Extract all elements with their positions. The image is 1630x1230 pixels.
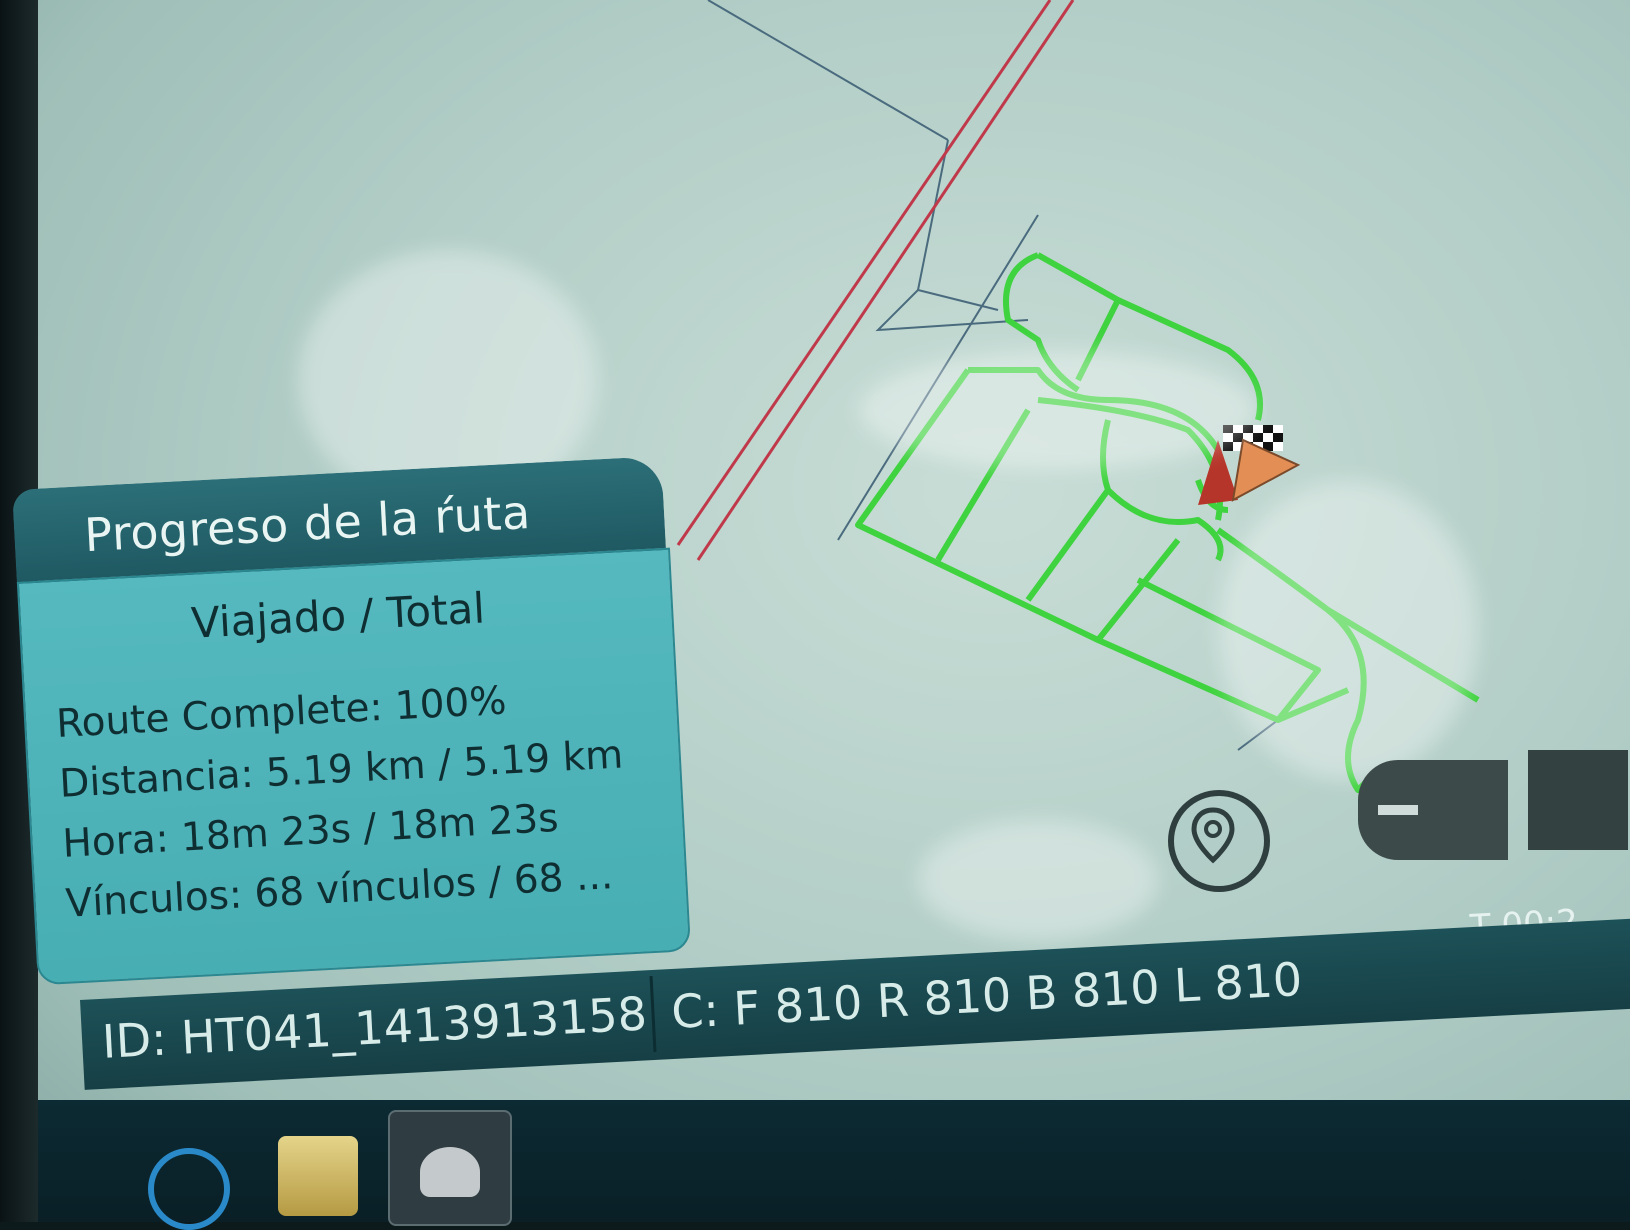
highway [676,0,1075,561]
minus-icon[interactable] [1358,760,1508,860]
route-complete: Route Complete: 100% [55,678,508,747]
counters-text: C: F 810 R 810 B 810 L 810 [670,952,1304,1040]
reflection [918,820,1158,940]
route-progress-panel: Progreso de la ŕuta Viajado / Total Rout… [12,455,697,986]
panel-body: Viajado / Total Route Complete: 100% Dis… [16,547,692,986]
session-id-text: ID: HT041_1413913158 [100,986,649,1069]
time: Hora: 18m 23s / 18m 23s [61,795,560,867]
app-icon[interactable] [388,1110,512,1226]
zoom-control[interactable] [1528,750,1628,850]
panel-subtitle: Viajado / Total [189,583,487,648]
browser-icon[interactable] [148,1148,230,1230]
distance: Distancia: 5.19 km / 5.19 km [58,732,625,807]
taskbar [38,1100,1630,1230]
reflection [858,350,1258,470]
reflection [1218,480,1478,780]
panel-title: Progreso de la ŕuta [83,484,532,563]
location-pin-icon[interactable] [1168,790,1270,892]
folder-icon[interactable] [278,1136,358,1216]
links: Vínculos: 68 vínculos / 68 ... [64,853,615,927]
